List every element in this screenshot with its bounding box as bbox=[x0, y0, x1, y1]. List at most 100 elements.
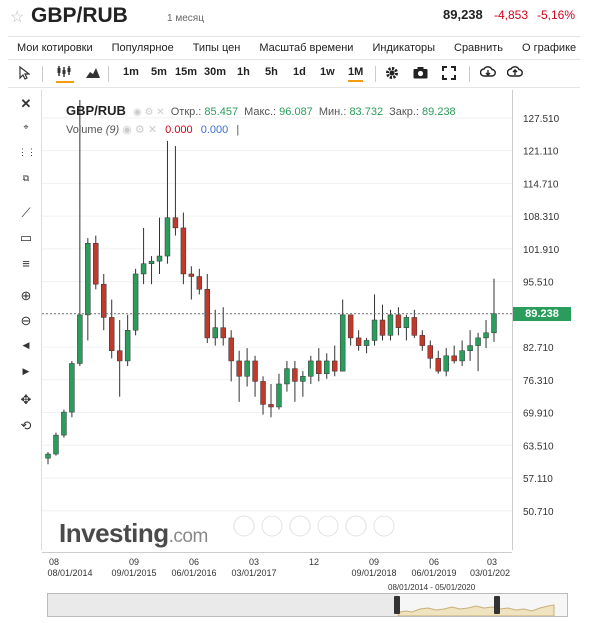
scroll-right-icon[interactable]: ▶ bbox=[18, 366, 34, 382]
y-tick-label: 101.910 bbox=[523, 245, 560, 256]
candlestick-chart-icon[interactable] bbox=[56, 65, 74, 83]
navigator-preview bbox=[48, 594, 555, 617]
candle-body bbox=[435, 358, 441, 372]
investing-logo: Investing.com bbox=[59, 518, 208, 549]
x-tick-month: 06 bbox=[189, 557, 199, 567]
eye-icon[interactable]: ◉ ⚙ ✕ bbox=[133, 107, 165, 118]
candle-body bbox=[45, 453, 51, 459]
legend-low-label: Мин.: bbox=[318, 106, 347, 118]
volume-param: (9) bbox=[105, 124, 120, 136]
magnet-icon[interactable]: ⋮⋮ bbox=[18, 147, 36, 163]
timeframe-1d[interactable]: 1d bbox=[293, 66, 306, 78]
candle-body bbox=[220, 327, 226, 339]
candle-body bbox=[85, 243, 91, 316]
crosshair-cursor-icon[interactable]: ⌖ bbox=[18, 122, 34, 138]
candle-body bbox=[371, 319, 378, 341]
candle-body bbox=[316, 360, 322, 374]
candle-body bbox=[140, 263, 147, 275]
gear-icon[interactable] bbox=[385, 66, 399, 80]
chart-zoom-control bbox=[317, 515, 339, 537]
scroll-left-icon[interactable]: ◀ bbox=[18, 340, 34, 356]
chart-zoom-control bbox=[233, 515, 255, 537]
volume-value-2: 0.000 bbox=[200, 124, 229, 136]
zoom-in-icon[interactable]: ⊕ bbox=[18, 288, 34, 304]
chart-zoom-control bbox=[345, 515, 367, 537]
cursor-icon[interactable] bbox=[18, 66, 30, 80]
range-navigator[interactable] bbox=[47, 593, 568, 617]
candle-body bbox=[93, 243, 99, 285]
x-tick-date: 06/01/2019 bbox=[411, 568, 456, 578]
cloud-download-icon[interactable] bbox=[480, 65, 496, 80]
timeframe-1M[interactable]: 1M bbox=[348, 66, 364, 82]
candle-body bbox=[196, 276, 203, 290]
timeframe-1h[interactable]: 1h bbox=[237, 66, 250, 78]
menu-item-indicators[interactable]: Индикаторы bbox=[363, 42, 445, 54]
close-icon[interactable]: ✕ bbox=[18, 96, 34, 112]
candle-body bbox=[124, 329, 131, 362]
candle-body bbox=[188, 273, 195, 277]
candle-body bbox=[459, 350, 465, 362]
time-axis[interactable]: 08 09 06 03 12 09 06 03 08/01/2014 09/01/2015 06/0… bbox=[42, 552, 512, 578]
cloud-upload-icon[interactable] bbox=[507, 65, 523, 80]
time-axis-ticks: 08 09 06 03 12 09 06 03 08/01/2014 09/01/2015 06/0… bbox=[47, 557, 510, 578]
candle-body bbox=[148, 260, 155, 264]
trendline-icon[interactable]: ⟋ bbox=[18, 205, 34, 221]
candle-body bbox=[300, 376, 306, 382]
menu-item-popular[interactable]: Популярное bbox=[103, 42, 184, 54]
legend-symbol: GBP/RUB bbox=[66, 103, 126, 118]
rectangle-icon[interactable]: ▭ bbox=[18, 230, 34, 246]
symbol-title: GBP/RUB bbox=[31, 4, 128, 27]
navigator-right-handle[interactable] bbox=[494, 596, 500, 614]
logo-brand: Investing bbox=[59, 518, 169, 548]
candle-body bbox=[491, 313, 497, 334]
pan-icon[interactable]: ✥ bbox=[18, 392, 34, 408]
candle-body bbox=[156, 255, 163, 262]
fibonacci-icon[interactable]: ≡ bbox=[18, 256, 34, 272]
timeframe-1m[interactable]: 1m bbox=[123, 66, 139, 78]
last-price: 89,238 bbox=[443, 7, 483, 22]
candle-body bbox=[363, 340, 370, 346]
timeframe-5m[interactable]: 5m bbox=[151, 66, 167, 78]
eye-icon[interactable]: ◉ ⚙ ✕ bbox=[122, 124, 157, 136]
timeframe-5h[interactable]: 5h bbox=[265, 66, 278, 78]
x-tick-date: 09/01/2018 bbox=[351, 568, 396, 578]
timeframe-1w[interactable]: 1w bbox=[320, 66, 335, 78]
y-tick-label: 121.110 bbox=[523, 147, 559, 158]
candle-body bbox=[292, 368, 298, 382]
y-tick-label: 127.510 bbox=[523, 114, 560, 125]
menu-item-my-quotes[interactable]: Мои котировки bbox=[8, 42, 103, 54]
chart-zoom-control bbox=[261, 515, 283, 537]
candle-body bbox=[427, 345, 434, 359]
copy-icon[interactable]: ⧉ bbox=[18, 173, 34, 189]
volume-separator: | bbox=[236, 124, 240, 136]
candlestick-chart[interactable] bbox=[42, 90, 512, 550]
y-tick-label: 114.710 bbox=[523, 179, 559, 190]
menu-item-time-scale[interactable]: Масштаб времени bbox=[250, 42, 363, 54]
candle-body bbox=[411, 317, 418, 336]
menu-item-price-types[interactable]: Типы цен bbox=[184, 42, 251, 54]
reset-zoom-icon[interactable]: ⟲ bbox=[18, 418, 34, 434]
legend-high-value: 96.087 bbox=[279, 106, 313, 118]
zoom-out-icon[interactable]: ⊖ bbox=[18, 313, 34, 329]
candle-body bbox=[77, 314, 83, 364]
x-tick-date: 06/01/2016 bbox=[171, 568, 216, 578]
menu-item-compare[interactable]: Сравнить bbox=[445, 42, 513, 54]
chart-zoom-control bbox=[289, 515, 311, 537]
area-chart-icon[interactable] bbox=[86, 67, 100, 79]
candle-body bbox=[116, 350, 123, 362]
timeframe-30m[interactable]: 30m bbox=[204, 66, 226, 78]
star-icon[interactable]: ☆ bbox=[10, 7, 24, 27]
menu-item-about-chart[interactable]: О графике bbox=[513, 42, 586, 54]
x-tick-month: 08 bbox=[49, 557, 59, 567]
candle-body bbox=[284, 368, 290, 385]
navigator-left-handle[interactable] bbox=[394, 596, 400, 614]
chart-plot-area[interactable] bbox=[42, 90, 512, 550]
candle-body bbox=[252, 360, 258, 382]
candle-body bbox=[403, 317, 410, 328]
legend-high-label: Макс.: bbox=[244, 106, 277, 118]
candle-body bbox=[355, 337, 362, 346]
fullscreen-icon[interactable] bbox=[442, 66, 456, 80]
candle-body bbox=[339, 314, 346, 372]
camera-icon[interactable] bbox=[413, 66, 428, 79]
timeframe-15m[interactable]: 15m bbox=[175, 66, 197, 78]
